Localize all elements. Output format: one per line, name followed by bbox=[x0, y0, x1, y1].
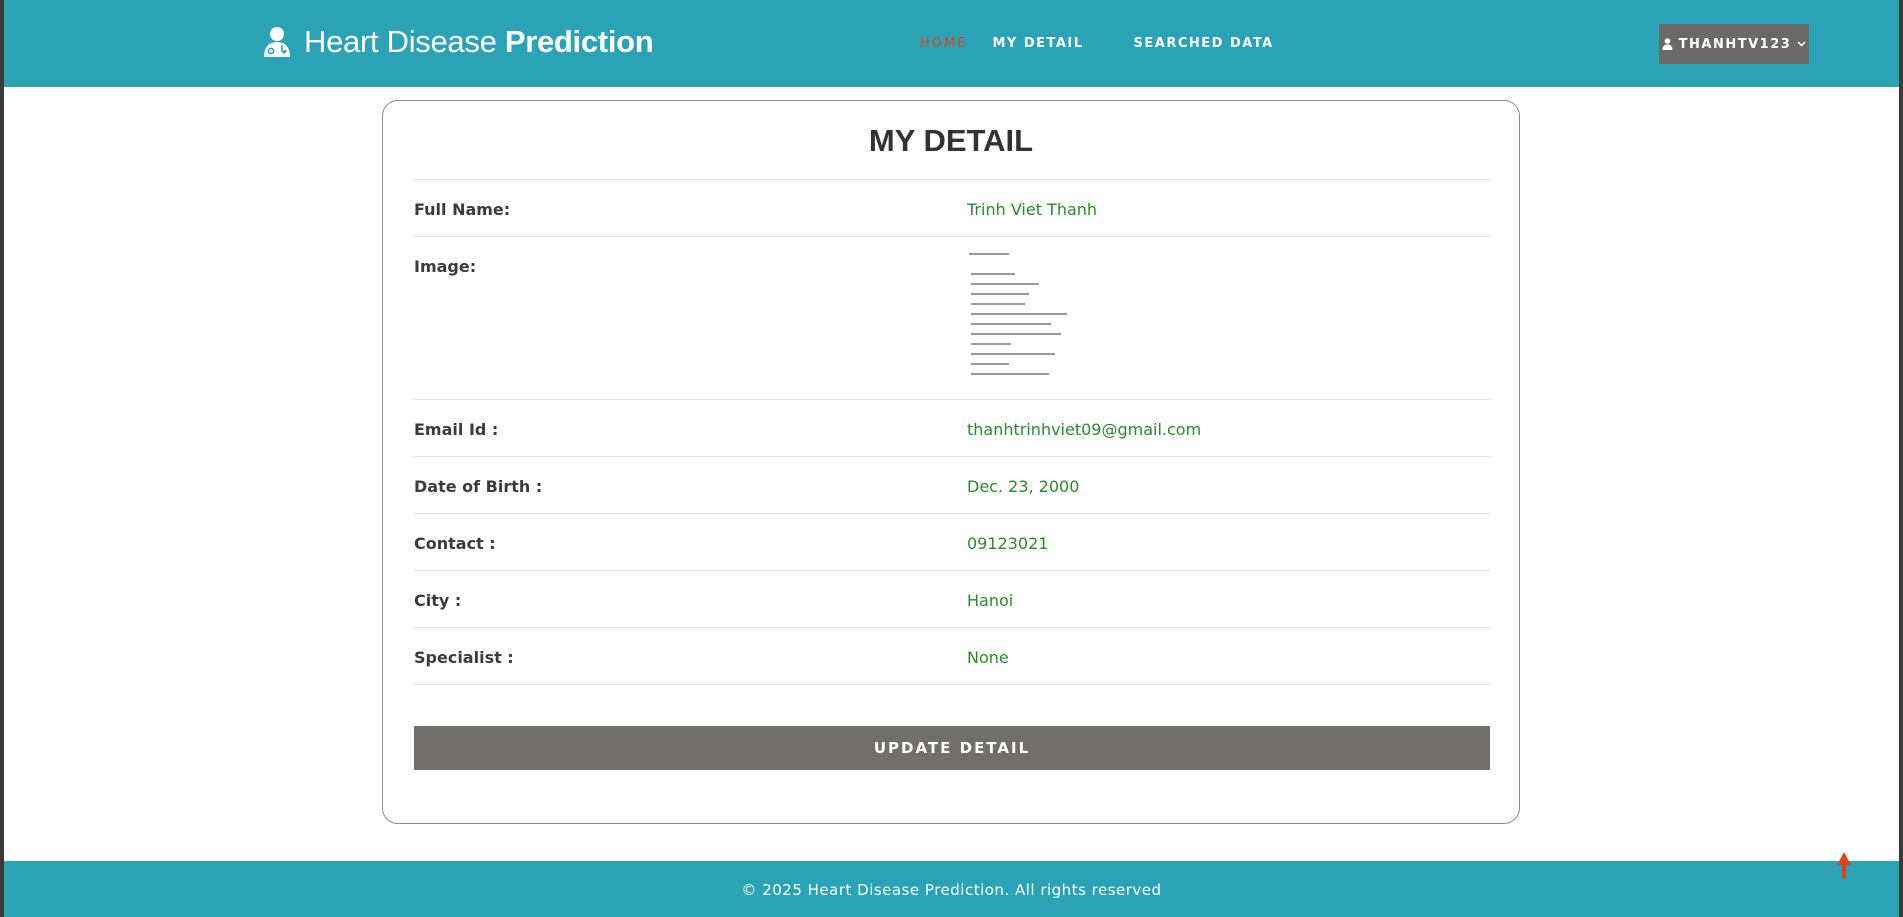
user-menu-label: THANHTV123 bbox=[1678, 36, 1792, 52]
user-menu-button[interactable]: THANHTV123 bbox=[1659, 24, 1809, 64]
update-detail-button[interactable]: UPDATE DETAIL bbox=[414, 726, 1490, 770]
city-label: City : bbox=[414, 591, 462, 610]
detail-row-contact: Contact : 09123021 bbox=[414, 513, 1490, 571]
main-nav: HOME MY DETAIL SEARCHED DATA bbox=[920, 36, 1274, 51]
nav-home[interactable]: HOME bbox=[920, 36, 967, 51]
full-name-value: Trinh Viet Thanh bbox=[967, 200, 1098, 219]
user-icon bbox=[1662, 38, 1673, 50]
brand-title: Heart Disease Prediction bbox=[304, 24, 654, 60]
brand-title-bold: Prediction bbox=[504, 24, 654, 59]
dob-value: Dec. 23, 2000 bbox=[967, 477, 1080, 496]
footer-copyright: © 2025 Heart Disease Prediction. All rig… bbox=[741, 881, 1162, 899]
detail-row-dob: Date of Birth : Dec. 23, 2000 bbox=[414, 456, 1490, 514]
contact-label: Contact : bbox=[414, 534, 496, 553]
top-navbar: Heart Disease Prediction HOME MY DETAIL … bbox=[4, 0, 1899, 87]
window-border-right bbox=[1899, 0, 1903, 917]
brand-title-light: Heart Disease bbox=[304, 24, 505, 59]
specialist-value: None bbox=[967, 648, 1009, 667]
brand-logo-link[interactable]: Heart Disease Prediction bbox=[262, 22, 654, 62]
detail-row-city: City : Hanoi bbox=[414, 570, 1490, 628]
page-title: MY DETAIL bbox=[868, 123, 1034, 158]
city-value: Hanoi bbox=[967, 591, 1014, 610]
scroll-to-top-icon[interactable] bbox=[1834, 851, 1854, 879]
doctor-icon bbox=[264, 27, 290, 57]
my-detail-card: MY DETAIL Full Name: Trinh Viet Thanh Im… bbox=[382, 100, 1520, 824]
detail-row-image: Image: bbox=[414, 236, 1490, 400]
email-value: thanhtrinhviet09@gmail.com bbox=[967, 420, 1202, 439]
dob-label: Date of Birth : bbox=[414, 477, 543, 496]
nav-my-detail[interactable]: MY DETAIL bbox=[992, 36, 1083, 51]
detail-row-specialist: Specialist : None bbox=[414, 627, 1490, 685]
detail-row-email: Email Id : thanhtrinhviet09@gmail.com bbox=[414, 399, 1490, 457]
image-label: Image: bbox=[414, 257, 477, 276]
page-footer: © 2025 Heart Disease Prediction. All rig… bbox=[4, 861, 1899, 917]
profile-image bbox=[967, 249, 1077, 389]
nav-searched-data[interactable]: SEARCHED DATA bbox=[1134, 36, 1274, 51]
detail-row-full-name: Full Name: Trinh Viet Thanh bbox=[414, 179, 1490, 237]
table-divider bbox=[414, 684, 1490, 685]
chevron-down-icon bbox=[1797, 41, 1806, 47]
email-label: Email Id : bbox=[414, 420, 499, 439]
specialist-label: Specialist : bbox=[414, 648, 514, 667]
contact-value: 09123021 bbox=[967, 534, 1049, 553]
window-border-left bbox=[0, 0, 4, 917]
full-name-label: Full Name: bbox=[414, 200, 511, 219]
